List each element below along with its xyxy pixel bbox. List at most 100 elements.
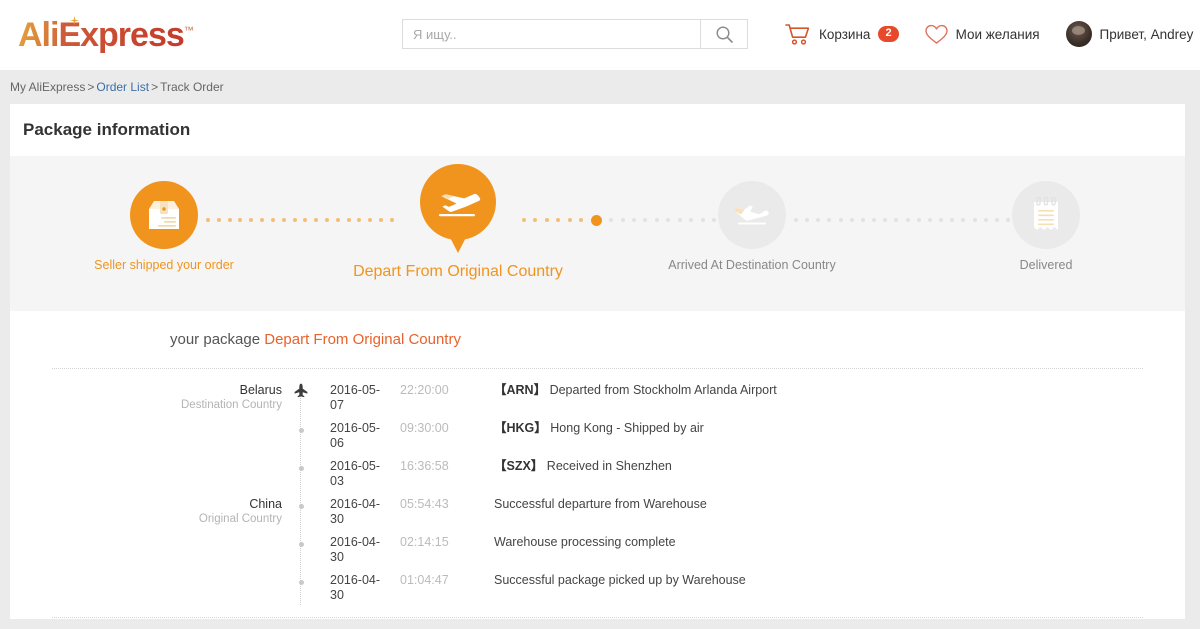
detail-bottom-divider [52, 617, 1143, 618]
tracking-detail: your package Depart From Original Countr… [10, 311, 1185, 618]
step-icon-wrapper [130, 181, 198, 249]
search-button[interactable] [700, 19, 748, 49]
event-date: 2016-04-30 [330, 497, 381, 526]
event-marker [292, 573, 310, 585]
tracker-step-seller-shipped[interactable]: Seller shipped your order [54, 181, 274, 273]
package-information-panel: Package information Seller shipped your … [10, 104, 1185, 619]
event-description: Warehouse processing complete [466, 535, 676, 550]
event-date: 2016-05-07 [330, 383, 381, 412]
timeline-dot [298, 504, 304, 509]
step-icon-wrapper [1012, 181, 1080, 249]
heart-icon [924, 24, 948, 44]
cart-label: Корзина [819, 26, 871, 42]
tracking-events-list: Belarus Destination Country 2016-05-07 2… [10, 369, 1185, 611]
event-text: Hong Kong - Shipped by air [550, 421, 704, 435]
tracker-step-depart-origin[interactable]: Depart From Original Country [348, 164, 568, 280]
event-time: 22:20:00 [400, 383, 449, 397]
shopping-cart-icon [785, 23, 810, 45]
event-country: China Original Country [170, 497, 292, 527]
event-time: 16:36:58 [400, 459, 449, 473]
step-label: Seller shipped your order [94, 258, 234, 272]
tracking-event-row: 2016-05-03 16:36:58 【SZX】 Received in Sh… [170, 459, 1185, 497]
event-text: Received in Shenzhen [546, 459, 672, 473]
your-package-status-line: your package Depart From Original Countr… [10, 331, 1185, 348]
logo-trademark: ™ [183, 25, 194, 37]
event-code: 【SZX】 [494, 459, 544, 473]
tracker-steps: Seller shipped your order Depart From Or… [10, 156, 1185, 311]
tracker-step-arrived-destination[interactable]: Arrived At Destination Country [642, 181, 862, 273]
cart-button[interactable]: Корзина 2 [785, 23, 899, 46]
event-text: Departed from Stockholm Arlanda Airport [549, 383, 777, 397]
step-label: Delivered [1019, 258, 1073, 272]
breadcrumb: My AliExpress > Order List > Track Order [0, 70, 1200, 104]
search-bar [402, 19, 748, 49]
your-package-status: Depart From Original Country [264, 331, 461, 348]
event-time: 01:04:47 [400, 573, 449, 587]
event-code: 【HKG】 [494, 421, 547, 435]
clipboard-icon [1034, 197, 1058, 230]
timeline-dot [298, 428, 304, 433]
event-date: 2016-05-03 [330, 459, 381, 488]
timeline-dot [298, 466, 304, 471]
country-name: China [249, 497, 282, 511]
event-time: 09:30:00 [400, 421, 449, 435]
your-package-prefix: your package [170, 331, 261, 348]
avatar [1065, 21, 1092, 47]
event-marker [292, 535, 310, 547]
user-account-button[interactable]: Привет, Andrey A3 [1065, 21, 1200, 47]
step-icon-wrapper [718, 181, 786, 249]
timeline-dot [298, 580, 304, 585]
package-box-icon [149, 201, 179, 229]
panel-header: Package information [10, 104, 1185, 156]
step-label: Depart From Original Country [353, 263, 563, 280]
event-description: 【ARN】 Departed from Stockholm Arlanda Ai… [466, 383, 777, 398]
step-icon-wrapper [420, 164, 496, 256]
step-circle [718, 181, 786, 249]
event-time: 02:14:15 [400, 535, 449, 549]
country-name: Belarus [239, 383, 282, 397]
tracking-event-row: 2016-05-06 09:30:00 【HKG】 Hong Kong - Sh… [170, 421, 1185, 459]
breadcrumb-order-list[interactable]: Order List [96, 80, 149, 94]
search-input[interactable] [402, 19, 700, 49]
tracking-event-row: 2016-04-30 01:04:47 Successful package p… [170, 573, 1185, 611]
timeline-dot [298, 542, 304, 547]
plane-icon [294, 383, 308, 398]
step-circle [130, 181, 198, 249]
event-text: Warehouse processing complete [494, 535, 676, 549]
event-marker [292, 421, 310, 433]
header-actions: Корзина 2 Мои желания Привет, Andrey A3 [785, 17, 1200, 51]
page-title: Package information [23, 120, 191, 139]
event-text: Successful departure from Warehouse [494, 497, 707, 511]
search-icon [715, 25, 733, 43]
breadcrumb-separator-1: > [87, 80, 95, 94]
event-description: Successful package picked up by Warehous… [466, 573, 746, 588]
breadcrumb-track-order: Track Order [160, 80, 224, 94]
event-text: Successful package picked up by Warehous… [494, 573, 746, 587]
event-marker [292, 497, 310, 509]
tracking-event-row: China Original Country 2016-04-30 05:54:… [170, 497, 1185, 535]
site-header: AliExpress™ Корзина 2 М [0, 0, 1200, 70]
airplane-departure-icon [439, 193, 481, 217]
country-role: Destination Country [181, 399, 282, 411]
event-date: 2016-04-30 [330, 535, 381, 564]
shipping-progress-tracker: Seller shipped your order Depart From Or… [10, 156, 1185, 311]
step-label: Arrived At Destination Country [668, 258, 836, 272]
event-country: Belarus Destination Country [170, 383, 292, 413]
tracker-step-delivered[interactable]: Delivered [936, 181, 1156, 273]
breadcrumb-separator-2: > [151, 80, 159, 94]
tracking-event-row: Belarus Destination Country 2016-05-07 2… [170, 383, 1185, 421]
event-description: 【HKG】 Hong Kong - Shipped by air [466, 421, 704, 436]
event-time: 05:54:43 [400, 497, 449, 511]
airplane-landing-icon [734, 205, 769, 225]
event-code: 【ARN】 [494, 383, 547, 397]
event-date: 2016-04-30 [330, 573, 381, 602]
aliexpress-logo[interactable]: AliExpress™ [18, 16, 194, 54]
user-greeting: Привет, Andrey [1099, 26, 1194, 42]
event-date: 2016-05-06 [330, 421, 381, 450]
country-role: Original Country [198, 513, 282, 525]
logo-text-ali: Ali [18, 16, 59, 54]
event-description: Successful departure from Warehouse [466, 497, 707, 512]
event-marker [292, 383, 310, 398]
wishlist-button[interactable]: Мои желания [924, 24, 1040, 45]
breadcrumb-my-aliexpress[interactable]: My AliExpress [10, 80, 85, 94]
